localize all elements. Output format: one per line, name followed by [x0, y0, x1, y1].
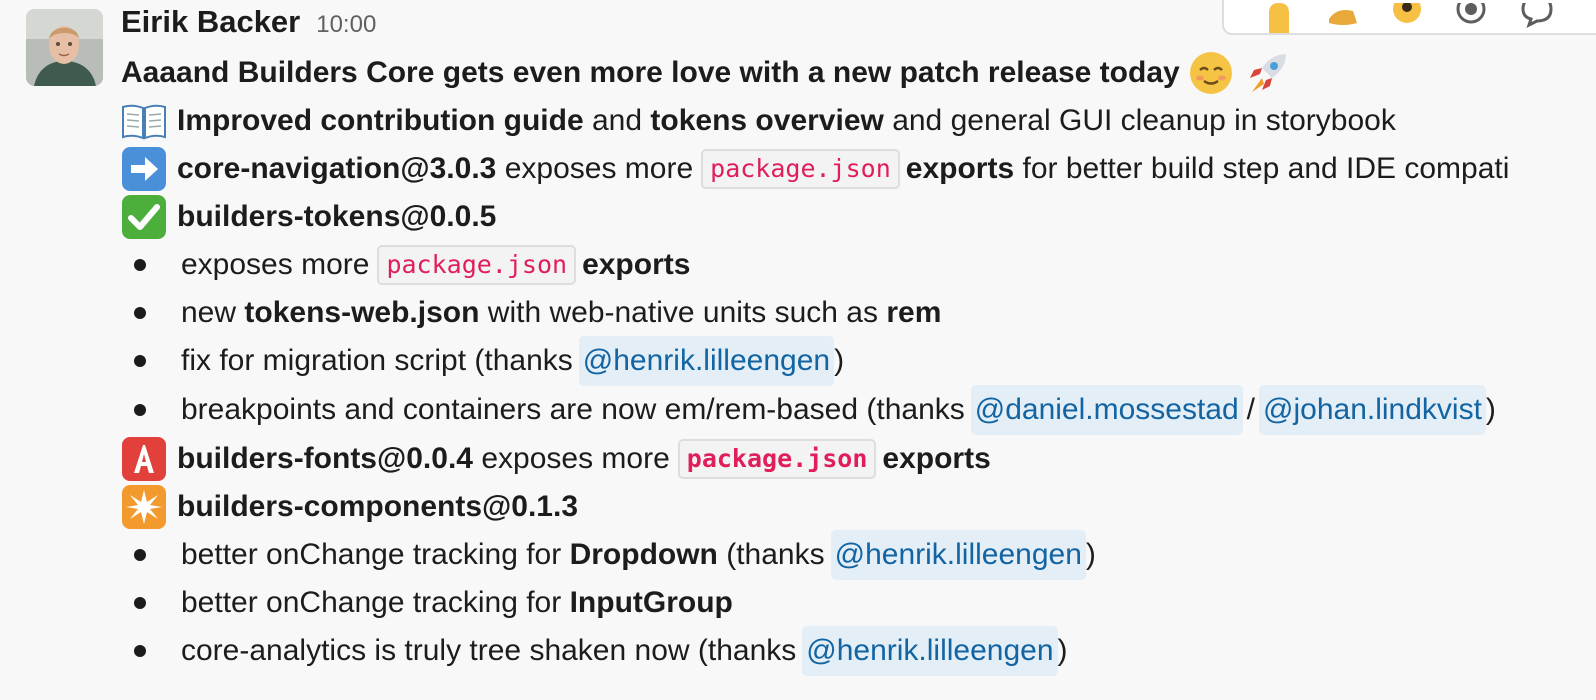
text: breakpoints and containers are now em/re… — [181, 393, 965, 426]
text: ) — [1485, 393, 1496, 426]
open-book-emoji-icon — [121, 101, 167, 141]
package-name: core-navigation@3.0.3 — [177, 152, 497, 185]
line-core-navigation: core-navigation@3.0.3 exposes more packa… — [121, 145, 1509, 193]
text: better onChange tracking for — [181, 586, 562, 619]
text: and — [592, 104, 643, 137]
text: fix for migration script (thanks — [181, 344, 573, 377]
package-name: builders-fonts@0.0.4 — [177, 442, 473, 475]
inline-code: package.json — [377, 245, 577, 285]
text: with web-native units such as — [487, 296, 878, 329]
user-mention[interactable]: @johan.lindkvist — [1259, 385, 1486, 435]
bullet-icon — [134, 597, 146, 609]
bold-text: Dropdown — [569, 538, 718, 571]
text: core-analytics is truly tree shaken now … — [181, 634, 797, 667]
text: exposes more — [504, 152, 694, 185]
list-item: breakpoints and containers are now em/re… — [121, 385, 1509, 435]
user-mention[interactable]: @daniel.mossestad — [970, 385, 1243, 435]
bullet-icon — [134, 355, 146, 367]
line-contribution-guide: Improved contribution guide and tokens o… — [121, 97, 1509, 145]
author-name[interactable]: Eirik Backer — [121, 4, 300, 40]
text: for better build step and IDE compati — [1022, 152, 1510, 185]
bold-text: tokens-web.json — [244, 296, 480, 329]
bold-text: InputGroup — [569, 586, 733, 619]
eyes-emoji-icon[interactable] — [1378, 3, 1436, 33]
text: and general GUI cleanup in storybook — [892, 104, 1396, 137]
text: (thanks — [726, 538, 825, 571]
user-mention[interactable]: @henrik.lilleengen — [830, 530, 1086, 580]
user-mention[interactable]: @henrik.lilleengen — [802, 626, 1058, 676]
timestamp[interactable]: 10:00 — [316, 11, 376, 39]
package-name: builders-components@0.1.3 — [177, 490, 579, 523]
bullet-icon — [134, 645, 146, 657]
folded-hands-emoji-icon[interactable] — [1314, 3, 1372, 33]
text: new — [181, 296, 237, 329]
separator: / — [1246, 393, 1256, 426]
bold-text: rem — [886, 296, 942, 329]
check-mark-button-emoji-icon — [121, 195, 167, 239]
list-item: better onChange tracking for Dropdown (t… — [121, 530, 1509, 580]
relieved-face-emoji-icon — [1188, 50, 1234, 96]
list-item: new tokens-web.json with web-native unit… — [121, 289, 1509, 337]
list-item: fix for migration script (thanks @henrik… — [121, 336, 1509, 386]
bold-text: exports — [582, 248, 691, 281]
a-button-blood-type-emoji-icon — [121, 437, 167, 481]
rocket-emoji-icon — [1242, 48, 1292, 98]
bullet-icon — [134, 549, 146, 561]
line-builders-tokens: builders-tokens@0.0.5 — [121, 193, 1509, 241]
bullet-icon — [134, 404, 146, 416]
raised-hand-emoji-icon[interactable] — [1250, 3, 1308, 33]
bold-text: Improved contribution guide — [177, 104, 584, 137]
right-arrow-emoji-icon — [121, 147, 167, 191]
line-builders-fonts: builders-fonts@0.0.4 exposes more packag… — [121, 435, 1509, 483]
text: better onChange tracking for — [181, 538, 562, 571]
message-body: Aaaand Builders Core gets even more love… — [121, 49, 1509, 676]
package-name: builders-tokens@0.0.5 — [177, 200, 497, 233]
text: exposes more — [181, 248, 370, 281]
inline-code: package.json — [701, 149, 900, 189]
list-item: core-analytics is truly tree shaken now … — [121, 626, 1509, 676]
message-header: Eirik Backer 10:00 — [121, 4, 376, 48]
line-builders-components: builders-components@0.1.3 — [121, 483, 1509, 531]
avatar[interactable] — [26, 9, 103, 86]
headline-line: Aaaand Builders Core gets even more love… — [121, 49, 1509, 97]
user-mention[interactable]: @henrik.lilleengen — [578, 336, 835, 386]
inline-code: package.json — [677, 439, 877, 479]
text: ) — [1085, 538, 1096, 571]
bullet-icon — [134, 307, 146, 319]
list-item: exposes more package.json exports — [121, 241, 1509, 289]
text: ) — [1057, 634, 1068, 667]
bold-text: exports — [905, 152, 1015, 185]
eight-pointed-star-emoji-icon — [121, 485, 167, 529]
bold-text: exports — [882, 442, 991, 475]
bullet-icon — [134, 259, 146, 271]
text: exposes more — [481, 442, 670, 475]
bold-text: tokens overview — [650, 104, 884, 137]
headline-text: Aaaand Builders Core gets even more love… — [121, 56, 1180, 89]
message-actions-toolbar — [1222, 0, 1596, 35]
text: ) — [834, 344, 845, 377]
record-icon[interactable] — [1442, 3, 1500, 33]
list-item: better onChange tracking for InputGroup — [121, 579, 1509, 627]
message: Eirik Backer 10:00 Aaaand Builders Core … — [0, 0, 1596, 700]
reply-in-thread-icon[interactable] — [1506, 3, 1564, 33]
